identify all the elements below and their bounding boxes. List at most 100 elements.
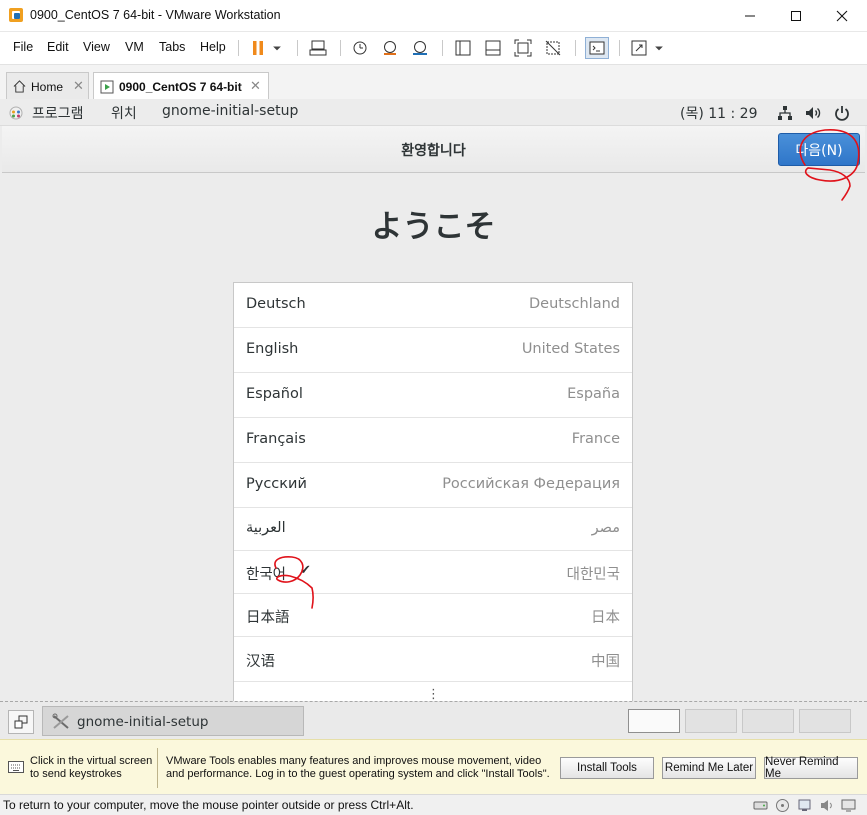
selected-check-icon: ✔ bbox=[300, 563, 311, 578]
stretch-icon bbox=[631, 40, 647, 56]
minimize-icon bbox=[745, 15, 755, 17]
install-tools-button[interactable]: Install Tools bbox=[560, 757, 654, 779]
language-region: مصر bbox=[591, 520, 620, 536]
language-list[interactable]: Deutsch Deutschland English United State… bbox=[233, 282, 633, 701]
gnome-app-name[interactable]: gnome-initial-setup bbox=[162, 103, 298, 119]
hard-disk-icon[interactable] bbox=[753, 798, 768, 813]
language-row-english[interactable]: English United States bbox=[234, 328, 632, 373]
window-title: 0900_CentOS 7 64-bit - VMware Workstatio… bbox=[30, 8, 281, 22]
keystroke-hint: Click in the virtual screen to send keys… bbox=[30, 755, 152, 781]
snapshot-revert-button[interactable] bbox=[380, 38, 400, 58]
gnome-places-menu[interactable]: 위치 bbox=[111, 103, 137, 123]
language-name: 日本語 bbox=[246, 610, 290, 626]
workspace-1[interactable] bbox=[628, 709, 680, 733]
menu-help[interactable]: Help bbox=[200, 40, 226, 54]
network-adapter-icon[interactable] bbox=[797, 798, 812, 813]
send-ctrl-alt-del-button[interactable] bbox=[308, 38, 328, 58]
language-name: Русский bbox=[246, 476, 307, 492]
window-titlebar: 0900_CentOS 7 64-bit - VMware Workstatio… bbox=[0, 0, 867, 32]
guest-screen[interactable]: 프로그램 위치 gnome-initial-setup (목) 11 : 29 … bbox=[0, 99, 867, 701]
pause-icon bbox=[253, 41, 263, 55]
status-bar: To return to your computer, move the mou… bbox=[0, 794, 867, 815]
fullscreen-icon bbox=[514, 39, 532, 57]
language-region: France bbox=[571, 431, 620, 447]
language-row-japanese[interactable]: 日本語 日本 bbox=[234, 594, 632, 637]
minimize-button[interactable] bbox=[727, 0, 773, 32]
caret-down-icon bbox=[273, 46, 281, 51]
display-icon[interactable] bbox=[841, 798, 856, 813]
language-region: Российская Федерация bbox=[442, 476, 620, 492]
gnome-clock[interactable]: (목) 11 : 29 bbox=[680, 103, 758, 123]
language-row-chinese[interactable]: 汉语 中国 bbox=[234, 637, 632, 682]
language-region: United States bbox=[521, 341, 620, 357]
keystroke-hint-text: Click in the virtual screen to send keys… bbox=[30, 755, 153, 780]
menu-toolbar: File Edit View VM Tabs Help bbox=[0, 32, 867, 64]
setup-header-bar: 환영합니다 다음(N) bbox=[2, 126, 865, 173]
language-row-deutsch[interactable]: Deutsch Deutschland bbox=[234, 283, 632, 328]
language-region: 日本 bbox=[591, 610, 620, 626]
more-languages-indicator[interactable]: ⋮ bbox=[427, 687, 440, 701]
power-dropdown-button[interactable] bbox=[270, 38, 284, 58]
toolbar-separator bbox=[575, 40, 576, 56]
power-icon[interactable] bbox=[833, 104, 851, 122]
task-label: gnome-initial-setup bbox=[77, 714, 209, 730]
tab-vm-label: 0900_CentOS 7 64-bit bbox=[119, 80, 242, 94]
restore-windows-icon bbox=[14, 715, 28, 729]
snapshot-manager-button[interactable] bbox=[410, 38, 430, 58]
console-view-button[interactable] bbox=[585, 37, 609, 59]
tab-home[interactable]: Home ✕ bbox=[6, 72, 89, 100]
snapshot-manager-icon bbox=[413, 41, 427, 55]
show-thumbnail-button[interactable] bbox=[483, 38, 503, 58]
menu-tabs[interactable]: Tabs bbox=[159, 40, 185, 54]
menu-view[interactable]: View bbox=[83, 40, 110, 54]
tab-vm-close-icon[interactable]: ✕ bbox=[250, 79, 261, 94]
home-icon bbox=[13, 80, 26, 93]
tab-home-close-icon[interactable]: ✕ bbox=[73, 79, 84, 94]
show-library-button[interactable] bbox=[453, 38, 473, 58]
gnome-top-bar: 프로그램 위치 gnome-initial-setup (목) 11 : 29 bbox=[0, 99, 867, 126]
snapshot-take-button[interactable] bbox=[350, 38, 370, 58]
task-gnome-initial-setup[interactable]: gnome-initial-setup bbox=[42, 706, 304, 736]
network-icon[interactable] bbox=[776, 104, 794, 122]
cd-drive-icon[interactable] bbox=[775, 798, 790, 813]
menu-vm[interactable]: VM bbox=[125, 40, 144, 54]
language-row-russian[interactable]: Русский Российская Федерация bbox=[234, 463, 632, 508]
terminal-icon bbox=[589, 41, 605, 55]
welcome-heading: ようこそ bbox=[371, 209, 496, 245]
unity-icon bbox=[545, 40, 561, 56]
language-row-arabic[interactable]: العربية مصر bbox=[234, 508, 632, 551]
gnome-bottom-taskbar: gnome-initial-setup bbox=[0, 701, 867, 739]
suspend-button[interactable] bbox=[248, 38, 268, 58]
language-row-korean[interactable]: 한국어 ✔ 대한민국 bbox=[234, 551, 632, 594]
language-name: Français bbox=[246, 431, 306, 447]
language-row-espanol[interactable]: Español España bbox=[234, 373, 632, 418]
tools-bar-separator bbox=[157, 748, 158, 788]
never-remind-me-button[interactable]: Never Remind Me bbox=[764, 756, 858, 780]
close-button[interactable] bbox=[819, 0, 865, 32]
keyboard-icon bbox=[8, 761, 24, 773]
language-row-francais[interactable]: Français France bbox=[234, 418, 632, 463]
remind-me-later-button[interactable]: Remind Me Later bbox=[662, 757, 756, 779]
show-desktop-button[interactable] bbox=[8, 710, 34, 734]
volume-icon[interactable] bbox=[804, 104, 822, 122]
sound-card-icon[interactable] bbox=[819, 798, 834, 813]
tools-message: VMware Tools enables many features and i… bbox=[166, 755, 550, 780]
toolbar-separator bbox=[442, 40, 443, 56]
send-keys-icon bbox=[309, 40, 327, 56]
maximize-icon bbox=[791, 11, 801, 21]
menu-edit[interactable]: Edit bbox=[47, 40, 69, 54]
language-name: English bbox=[246, 341, 299, 357]
snapshot-revert-icon bbox=[384, 41, 396, 55]
full-screen-button[interactable] bbox=[513, 38, 533, 58]
workspace-2[interactable] bbox=[685, 709, 737, 733]
workspace-3[interactable] bbox=[742, 709, 794, 733]
gnome-applications-menu[interactable]: 프로그램 bbox=[32, 103, 84, 123]
unity-button[interactable] bbox=[543, 38, 563, 58]
menu-file[interactable]: File bbox=[13, 40, 33, 54]
stretch-guest-button[interactable] bbox=[629, 38, 649, 58]
maximize-button[interactable] bbox=[773, 0, 819, 32]
workspace-4[interactable] bbox=[799, 709, 851, 733]
stretch-dropdown-button[interactable] bbox=[652, 38, 666, 58]
next-button[interactable]: 다음(N) bbox=[778, 133, 860, 166]
tab-vm[interactable]: 0900_CentOS 7 64-bit ✕ bbox=[93, 72, 269, 100]
